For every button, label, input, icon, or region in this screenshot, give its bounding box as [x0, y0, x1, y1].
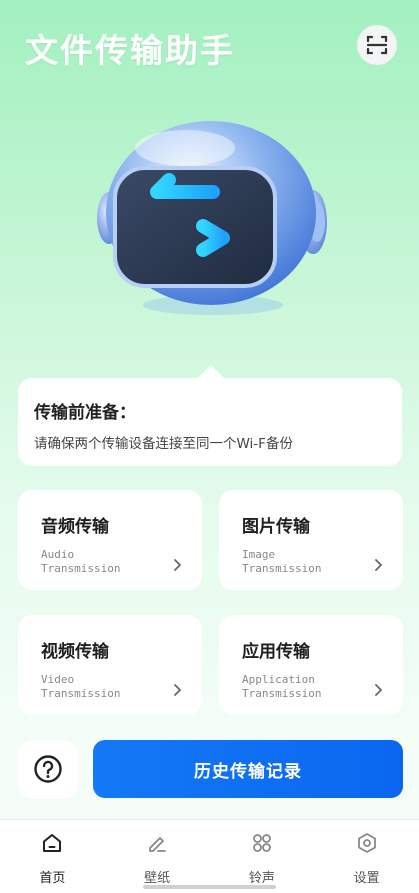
grid-icon	[252, 834, 271, 852]
card-title: 图片传输	[242, 517, 310, 537]
chevron-right-icon	[375, 559, 382, 571]
history-records-button[interactable]: 历史传输记录	[93, 740, 403, 798]
question-circle-icon	[34, 755, 62, 783]
prep-title: 传输前准备：	[34, 403, 136, 423]
scan-button[interactable]	[357, 25, 397, 65]
chevron-right-icon	[174, 684, 181, 696]
application-transmission-card[interactable]: 应用传输 Application Transmission	[219, 615, 403, 715]
pen-icon	[149, 837, 167, 852]
home-icon	[43, 834, 62, 852]
robot-mascot-illustration	[95, 110, 330, 320]
image-transmission-card[interactable]: 图片传输 Image Transmission	[219, 490, 403, 590]
card-subtitle: Audio Transmission	[41, 548, 121, 575]
app-title: 文件传输助手	[25, 31, 235, 70]
tab-ringtone[interactable]: 铃声	[210, 820, 315, 893]
tab-settings[interactable]: 设置	[314, 820, 419, 893]
tab-label: 设置	[353, 871, 380, 886]
card-subtitle: Application Transmission	[242, 673, 322, 700]
card-subtitle: Video Transmission	[41, 673, 121, 700]
tab-label: 壁纸	[144, 871, 171, 886]
bottom-tab-bar: 首页 壁纸 铃声 设置	[0, 819, 419, 893]
card-title: 应用传输	[242, 642, 310, 662]
tab-home[interactable]: 首页	[0, 820, 105, 893]
preparation-card: 传输前准备： 请确保两个传输设备连接至同一个Wi-F备份	[18, 378, 402, 466]
prep-card-pointer	[197, 365, 225, 379]
audio-transmission-card[interactable]: 音频传输 Audio Transmission	[18, 490, 202, 590]
home-indicator	[143, 885, 276, 889]
card-title: 视频传输	[41, 642, 109, 662]
hexagon-settings-icon	[357, 833, 376, 853]
tab-wallpaper[interactable]: 壁纸	[105, 820, 210, 893]
chevron-right-icon	[375, 684, 382, 696]
card-title: 音频传输	[41, 517, 109, 537]
prep-description: 请确保两个传输设备连接至同一个Wi-F备份	[34, 436, 293, 452]
video-transmission-card[interactable]: 视频传输 Video Transmission	[18, 615, 202, 715]
card-subtitle: Image Transmission	[242, 548, 322, 575]
tab-label: 铃声	[248, 871, 275, 886]
scan-icon	[366, 35, 388, 55]
help-button[interactable]	[18, 740, 78, 798]
tab-label: 首页	[39, 871, 66, 886]
chevron-right-icon	[174, 559, 181, 571]
